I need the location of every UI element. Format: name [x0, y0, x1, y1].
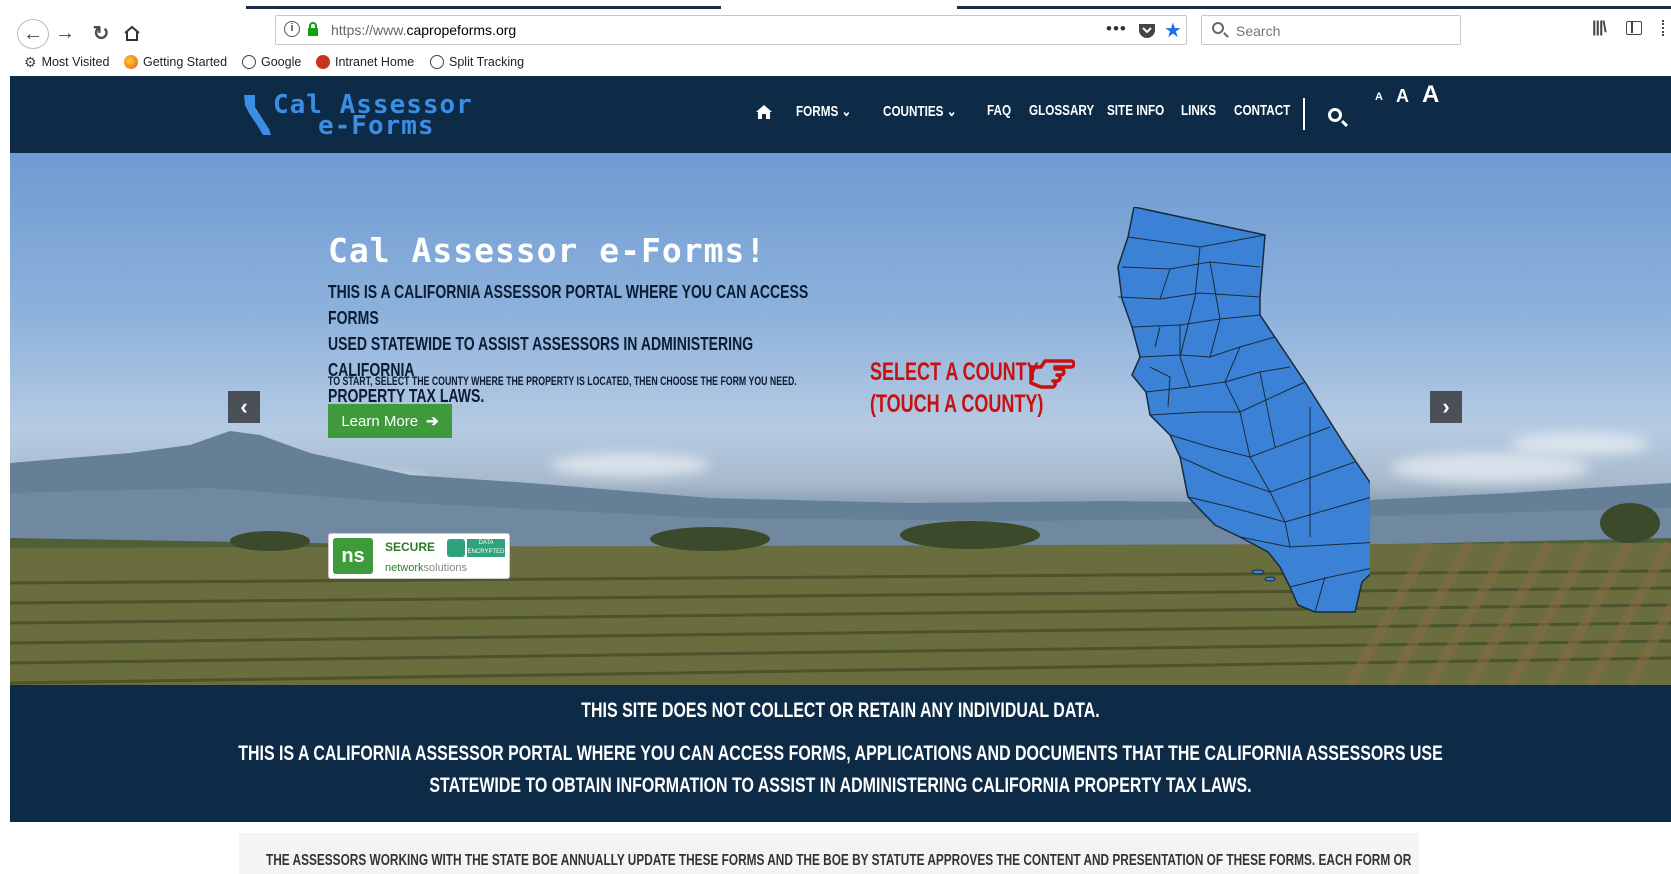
- nav-site-info[interactable]: SITE INFO: [1107, 102, 1164, 119]
- bookmark-label: Most Visited: [41, 55, 110, 69]
- hero-title: Cal Assessor e-Forms!: [328, 231, 767, 270]
- url-prefix: https://www.: [331, 22, 407, 38]
- nav-forms[interactable]: FORMS ⌄: [796, 102, 851, 120]
- seal-brand-solutions: solutions: [423, 562, 467, 574]
- reload-button[interactable]: ↻: [86, 19, 116, 47]
- url-text[interactable]: https://www.capropeforms.org: [331, 22, 516, 38]
- learn-more-button[interactable]: Learn More ➔: [328, 404, 452, 438]
- hero-start-text: TO START, SELECT THE COUNTY WHERE THE PR…: [328, 374, 797, 388]
- nav-contact[interactable]: CONTACT: [1234, 102, 1290, 119]
- pocket-icon[interactable]: [1138, 22, 1156, 38]
- logo-line-2: e-Forms: [318, 111, 435, 141]
- back-button[interactable]: ←: [17, 19, 49, 49]
- site-logo[interactable]: Cal Assessor e-Forms: [243, 90, 503, 143]
- bookmark-google[interactable]: Google: [242, 55, 301, 69]
- chevron-down-icon: ⌄: [946, 103, 957, 120]
- hero-carousel: Cal Assessor e-Forms! THIS IS A CALIFORN…: [10, 153, 1671, 685]
- hero-desc-line: THIS IS A CALIFORNIA ASSESSOR PORTAL WHE…: [328, 282, 809, 328]
- pointing-hand-icon: [1029, 359, 1075, 389]
- select-county-prompt: SELECT A COUNTY (TOUCH A COUNTY): [870, 356, 1043, 420]
- seal-brand-network: network: [385, 562, 424, 574]
- info-line-3: STATEWIDE TO OBTAIN INFORMATION TO ASSIS…: [429, 774, 1252, 797]
- california-county-map[interactable]: [1110, 207, 1370, 631]
- select-county-line: SELECT A COUNTY: [870, 358, 1039, 386]
- bookmark-label: Getting Started: [143, 55, 228, 69]
- tab-strip-left: [246, 6, 721, 9]
- bookmark-label: Google: [261, 55, 302, 69]
- content-paragraph: THE ASSESSORS WORKING WITH THE STATE BOE…: [266, 852, 1412, 869]
- intranet-icon: [316, 55, 330, 69]
- sidebar-toggle-icon[interactable]: [1626, 21, 1642, 35]
- info-band: THIS SITE DOES NOT COLLECT OR RETAIN ANY…: [10, 685, 1671, 822]
- learn-more-label: Learn More: [341, 412, 419, 430]
- chevron-down-icon: ⌄: [841, 103, 852, 120]
- arrow-right-icon: ➔: [426, 413, 439, 430]
- hero-description: THIS IS A CALIFORNIA ASSESSOR PORTAL WHE…: [328, 279, 827, 409]
- font-size-small-button[interactable]: A: [1375, 91, 1383, 103]
- arrow-right-icon: →: [55, 21, 75, 44]
- home-nav-icon[interactable]: [755, 104, 773, 120]
- bookmark-most-visited[interactable]: ⚙ Most Visited: [24, 55, 109, 69]
- reload-icon: ↻: [92, 22, 110, 45]
- search-icon: [1212, 22, 1224, 34]
- firefox-icon: [124, 55, 138, 69]
- nav-divider: [1303, 98, 1305, 130]
- bookmark-getting-started[interactable]: Getting Started: [124, 55, 227, 69]
- browser-search-box[interactable]: [1201, 15, 1461, 45]
- carousel-next-button[interactable]: ›: [1430, 391, 1462, 423]
- select-county-line: (TOUCH A COUNTY): [870, 390, 1044, 418]
- padlock-icon: [447, 539, 465, 557]
- nav-forms-label: FORMS: [796, 103, 839, 120]
- nav-glossary[interactable]: GLOSSARY: [1029, 102, 1094, 119]
- bookmark-label: Intranet Home: [335, 55, 415, 69]
- carousel-prev-button[interactable]: ‹: [228, 391, 260, 423]
- url-bar[interactable]: i https://www.capropeforms.org ••• ★: [275, 15, 1187, 45]
- network-solutions-seal[interactable]: ns SECURE DATA ENCRYPTED networksolution…: [328, 533, 510, 579]
- menu-icon[interactable]: [1662, 20, 1668, 36]
- content-panel: THE ASSESSORS WORKING WITH THE STATE BOE…: [239, 833, 1419, 874]
- tab-strip-right: [957, 6, 1671, 9]
- info-line-2: THIS IS A CALIFORNIA ASSESSOR PORTAL WHE…: [238, 742, 1443, 765]
- bookmark-star-icon[interactable]: ★: [1164, 18, 1182, 43]
- globe-icon: [242, 55, 256, 69]
- ns-logo: ns: [333, 538, 373, 574]
- seal-encrypted-label: DATA ENCRYPTED: [467, 539, 505, 557]
- california-logo-icon: [244, 95, 271, 135]
- lock-icon[interactable]: [307, 22, 319, 36]
- library-icon[interactable]: |||\: [1592, 19, 1607, 37]
- home-button[interactable]: [117, 19, 147, 47]
- nav-counties[interactable]: COUNTIES ⌄: [883, 102, 957, 120]
- nav-faq[interactable]: FAQ: [987, 102, 1011, 119]
- seal-secure-label: SECURE: [385, 540, 436, 554]
- font-size-medium-button[interactable]: A: [1396, 86, 1409, 107]
- nav-links[interactable]: LINKS: [1181, 102, 1216, 119]
- seal-brand: networksolutions: [385, 562, 467, 574]
- globe-icon: [430, 55, 444, 69]
- arrow-left-icon: ←: [23, 22, 43, 45]
- bookmarks-bar: ⚙ Most Visited Getting Started Google In…: [0, 51, 1671, 76]
- browser-toolbar: ← → ↻ i https://www.capropeforms.org •••…: [0, 0, 1671, 49]
- url-domain: capropeforms.org: [406, 22, 517, 38]
- bookmark-intranet-home[interactable]: Intranet Home: [316, 55, 414, 69]
- site-header: Cal Assessor e-Forms FORMS ⌄ COUNTIES ⌄ …: [10, 76, 1671, 153]
- bookmark-split-tracking[interactable]: Split Tracking: [430, 55, 524, 69]
- site-search-icon[interactable]: [1328, 108, 1342, 122]
- browser-search-input[interactable]: [1234, 20, 1448, 42]
- forward-button[interactable]: →: [50, 19, 80, 47]
- font-size-large-button[interactable]: A: [1422, 81, 1439, 109]
- info-icon[interactable]: i: [284, 21, 300, 37]
- bookmark-label: Split Tracking: [449, 55, 525, 69]
- page-actions-icon[interactable]: •••: [1106, 19, 1127, 39]
- gear-icon: ⚙: [24, 54, 37, 70]
- home-outline-icon: [124, 25, 140, 41]
- info-line-1: THIS SITE DOES NOT COLLECT OR RETAIN ANY…: [581, 699, 1100, 722]
- nav-counties-label: COUNTIES: [883, 103, 944, 120]
